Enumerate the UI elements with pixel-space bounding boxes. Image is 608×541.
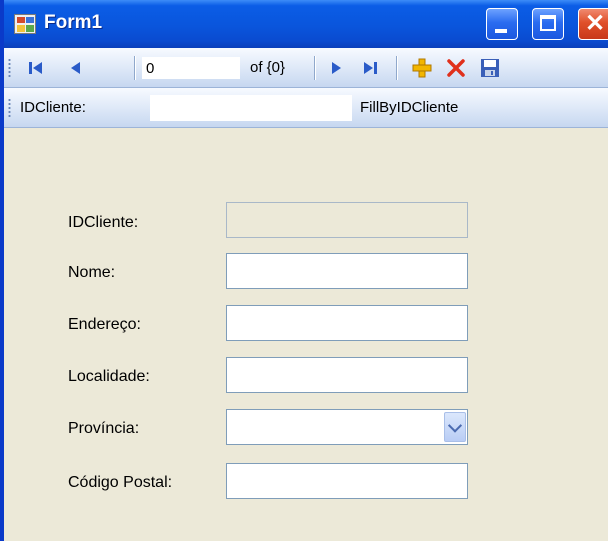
maximize-button[interactable] bbox=[532, 8, 564, 40]
minimize-button[interactable] bbox=[486, 8, 518, 40]
idcliente-field bbox=[226, 202, 468, 238]
add-new-icon bbox=[412, 58, 432, 78]
move-first-button[interactable] bbox=[24, 56, 48, 80]
move-next-icon bbox=[332, 62, 341, 74]
move-last-button[interactable] bbox=[358, 56, 382, 80]
codigo-postal-field[interactable] bbox=[226, 463, 468, 499]
localidade-field[interactable] bbox=[226, 357, 468, 393]
endereco-field[interactable] bbox=[226, 305, 468, 341]
title-bar[interactable]: Form1 ✕ bbox=[4, 0, 608, 48]
toolstrip-separator bbox=[134, 56, 136, 80]
move-first-icon bbox=[29, 62, 42, 74]
close-button[interactable]: ✕ bbox=[578, 8, 608, 40]
minimize-icon bbox=[495, 29, 507, 33]
localidade-label: Localidade: bbox=[68, 368, 150, 385]
window-title: Form1 bbox=[44, 12, 103, 33]
position-input[interactable] bbox=[142, 57, 240, 79]
idcliente-label: IDCliente: bbox=[68, 214, 139, 231]
fill-by-toolstrip: IDCliente: FillByIDCliente bbox=[4, 88, 608, 128]
toolstrip-separator bbox=[396, 56, 398, 80]
form-window: Form1 ✕ of {0} bbox=[0, 0, 608, 541]
toolstrip-separator bbox=[314, 56, 316, 80]
provincia-combobox[interactable] bbox=[226, 409, 468, 445]
move-previous-button[interactable] bbox=[64, 56, 88, 80]
query-idcliente-label: IDCliente: bbox=[20, 99, 86, 116]
move-next-button[interactable] bbox=[324, 56, 348, 80]
provincia-label: Província: bbox=[68, 420, 140, 437]
add-new-button[interactable] bbox=[410, 56, 434, 80]
endereco-label: Endereço: bbox=[68, 316, 141, 333]
move-last-icon bbox=[364, 62, 377, 74]
save-icon bbox=[481, 59, 499, 77]
close-icon: ✕ bbox=[585, 10, 606, 37]
maximize-icon bbox=[540, 15, 556, 31]
chevron-down-icon bbox=[447, 418, 463, 433]
provincia-dropdown-button[interactable] bbox=[444, 412, 466, 442]
toolstrip-grip[interactable] bbox=[8, 58, 11, 78]
binding-navigator: of {0} bbox=[4, 48, 608, 88]
nome-field[interactable] bbox=[226, 253, 468, 289]
save-button[interactable] bbox=[478, 56, 502, 80]
count-label: of {0} bbox=[250, 59, 286, 76]
toolstrip-grip[interactable] bbox=[8, 98, 11, 118]
delete-button[interactable] bbox=[444, 56, 468, 80]
app-icon[interactable] bbox=[14, 14, 36, 34]
fill-by-idcliente-button[interactable]: FillByIDCliente bbox=[360, 99, 458, 116]
move-previous-icon bbox=[71, 62, 80, 74]
query-idcliente-input[interactable] bbox=[150, 95, 352, 121]
delete-icon bbox=[447, 59, 465, 77]
codigo-postal-label: Código Postal: bbox=[68, 474, 173, 491]
nome-label: Nome: bbox=[68, 264, 116, 281]
